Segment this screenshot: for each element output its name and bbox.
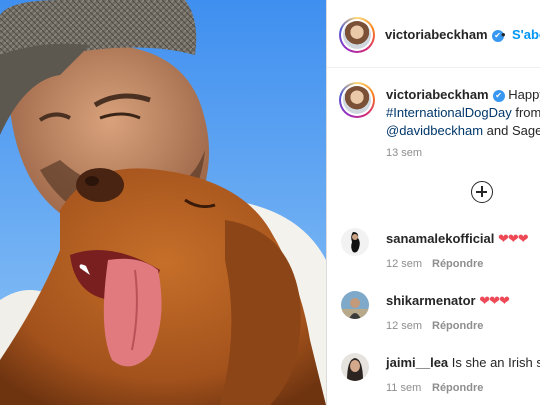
follow-button[interactable]: S'abo <box>512 27 540 42</box>
comment-text: sanamalekofficial ❤❤❤ <box>386 231 529 247</box>
header-separator: • <box>501 27 506 42</box>
caption-intro: Happy <box>508 87 540 102</box>
post-image <box>0 0 326 405</box>
comment-username[interactable]: jaimi__lea <box>386 355 448 370</box>
comment-avatar[interactable] <box>341 228 369 256</box>
comment-text: shikarmenator ❤❤❤ <box>386 293 510 309</box>
comment-body: Is she an Irish se <box>451 355 540 370</box>
caption-line2-rest: from <box>511 105 540 120</box>
comment-body: ❤❤❤ <box>498 231 529 246</box>
load-more-comments-button[interactable] <box>471 181 493 203</box>
reply-button[interactable]: Répondre <box>432 320 483 332</box>
caption-mention[interactable]: @davidbeckham <box>386 123 483 138</box>
comment-text: jaimi__lea Is she an Irish se <box>386 355 540 370</box>
author-username-text[interactable]: victoriabeckham <box>385 27 488 42</box>
comment-time[interactable]: 12 sem <box>386 258 422 270</box>
caption-line3-rest: and Sage! <box>483 123 540 138</box>
post-caption: victoriabeckham✔ Happy #InternationalDog… <box>386 86 540 140</box>
comment-avatar[interactable] <box>341 291 369 319</box>
comment-body: ❤❤❤ <box>479 293 510 308</box>
comment-username[interactable]: shikarmenator <box>386 293 476 308</box>
comment-username[interactable]: sanamalekofficial <box>386 231 494 246</box>
reply-button[interactable]: Répondre <box>432 258 483 270</box>
post-time[interactable]: 13 sem <box>386 147 422 159</box>
comment-avatar[interactable] <box>341 353 369 381</box>
comment-time[interactable]: 11 sem <box>386 382 421 394</box>
comment-time[interactable]: 12 sem <box>386 320 422 332</box>
reply-button[interactable]: Répondre <box>432 382 483 394</box>
post-header: victoriabeckham✔ • S'abo <box>327 0 540 68</box>
post-photo[interactable] <box>0 0 326 405</box>
caption-username[interactable]: victoriabeckham ✔ <box>386 87 505 102</box>
verified-icon: ✔ <box>492 90 505 102</box>
caption-avatar[interactable] <box>339 82 375 118</box>
author-username[interactable]: victoriabeckham ✔ <box>385 27 504 42</box>
author-avatar[interactable] <box>339 17 375 53</box>
caption-hashtag[interactable]: #InternationalDogDay <box>386 105 512 120</box>
post-side-panel: victoriabeckham✔ • S'abo victoriabeckham… <box>326 0 540 405</box>
